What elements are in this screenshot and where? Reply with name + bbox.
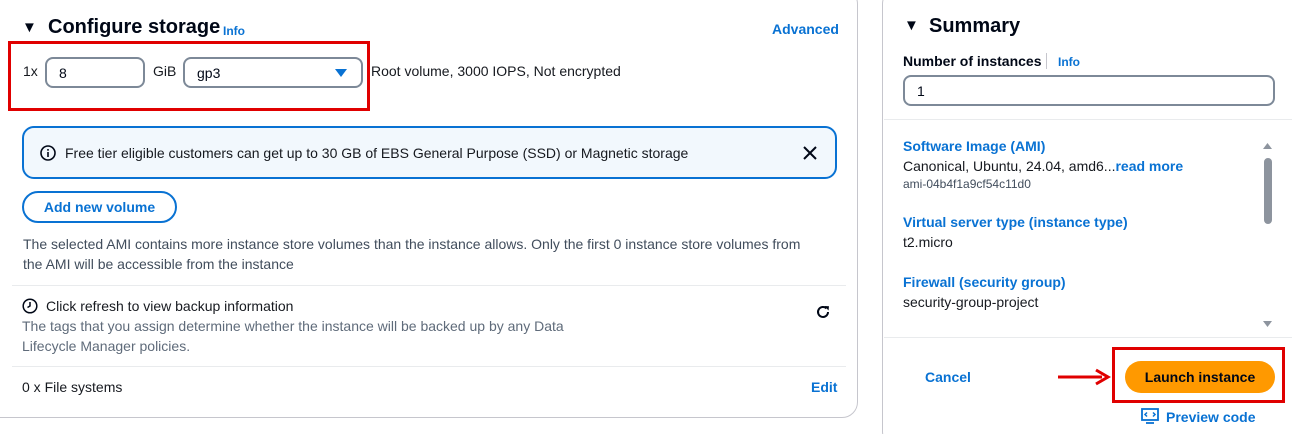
alert-message: Free tier eligible customers can get up … (65, 145, 689, 161)
divider (884, 119, 1292, 120)
number-of-instances-input[interactable]: 1 (903, 75, 1275, 106)
caret-down-icon[interactable]: ▼ (904, 17, 919, 34)
storage-info-link[interactable]: Info (223, 24, 245, 38)
ami-note-line-2: the AMI will be accessible from the inst… (23, 256, 294, 272)
software-image-ami-link[interactable]: Software Image (AMI) (903, 138, 1045, 154)
clock-icon (22, 298, 38, 314)
root-volume-description: Root volume, 3000 IOPS, Not encrypted (371, 63, 621, 79)
volume-size-unit: GiB (153, 63, 177, 79)
number-of-instances-value: 1 (917, 82, 925, 99)
divider (12, 285, 846, 286)
select-caret-icon (335, 69, 347, 77)
volume-type-value: gp3 (197, 64, 221, 81)
ami-instance-store-note: The selected AMI contains more instance … (23, 234, 843, 274)
launch-instance-button[interactable]: Launch instance (1125, 361, 1275, 393)
info-circle-icon (40, 145, 56, 161)
divider (884, 337, 1292, 338)
instance-type-value: t2.micro (903, 234, 953, 250)
preview-code-link[interactable]: Preview code (1166, 409, 1256, 425)
caret-down-icon[interactable]: ▼ (22, 19, 37, 36)
number-of-instances-label: Number of instances (903, 53, 1042, 69)
scroll-down-icon[interactable] (1263, 321, 1272, 327)
cancel-button[interactable]: Cancel (925, 369, 971, 385)
firewall-link[interactable]: Firewall (security group) (903, 274, 1066, 290)
volume-count-label: 1x (23, 63, 38, 79)
scroll-up-icon[interactable] (1263, 143, 1272, 149)
annotation-arrow-icon (1058, 368, 1111, 386)
advanced-link[interactable]: Advanced (772, 21, 839, 37)
configure-storage-heading: Configure storage (48, 16, 221, 38)
file-systems-edit-link[interactable]: Edit (811, 379, 837, 395)
backup-info-title: Click refresh to view backup information (46, 298, 294, 314)
preview-code-icon (1141, 408, 1159, 424)
ami-note-line-1: The selected AMI contains more instance … (23, 236, 801, 252)
ami-value: Canonical, Ubuntu, 24.04, amd6...read mo… (903, 158, 1183, 174)
instance-type-link[interactable]: Virtual server type (instance type) (903, 214, 1128, 230)
summary-heading: Summary (929, 15, 1021, 37)
label-separator (1046, 53, 1047, 69)
backup-desc-line-1: The tags that you assign determine wheth… (22, 318, 564, 334)
ami-value-text: Canonical, Ubuntu, 24.04, amd6... (903, 158, 1116, 174)
read-more-link[interactable]: read more (1115, 158, 1183, 174)
ami-id: ami-04b4f1a9cf54c11d0 (903, 177, 1031, 191)
instances-info-link[interactable]: Info (1058, 55, 1080, 69)
file-systems-count: 0 x File systems (22, 379, 123, 395)
volume-size-value: 8 (59, 64, 67, 81)
volume-type-select[interactable]: gp3 (183, 57, 363, 88)
backup-info-description: The tags that you assign determine wheth… (22, 316, 622, 356)
summary-scrollbar-thumb[interactable] (1264, 158, 1272, 224)
firewall-value: security-group-project (903, 294, 1039, 310)
close-icon[interactable] (803, 146, 817, 160)
refresh-icon[interactable] (814, 303, 832, 321)
add-new-volume-button[interactable]: Add new volume (22, 191, 177, 223)
volume-size-input[interactable]: 8 (45, 57, 145, 88)
free-tier-alert: Free tier eligible customers can get up … (22, 126, 837, 179)
divider (12, 366, 846, 367)
backup-desc-line-2: Lifecycle Manager policies. (22, 338, 191, 354)
